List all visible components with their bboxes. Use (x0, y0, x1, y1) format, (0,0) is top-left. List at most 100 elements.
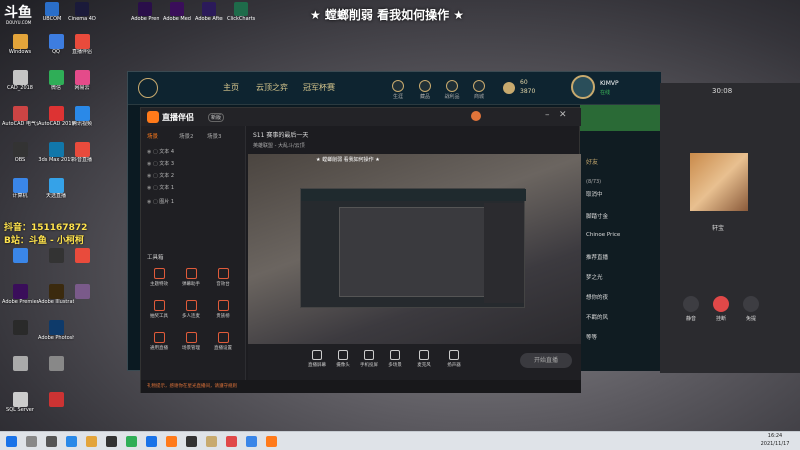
tool-button[interactable]: 直播设置 (211, 332, 235, 351)
desktop-icon[interactable]: AutoCAD 电气设计 (2, 106, 38, 140)
lol-tab-home[interactable]: 主页 (223, 82, 239, 93)
douyu-bottom-bar: 直播屏幕 摄像头 手机投屏 多场景 麦克风 扬声器 开始直播 (248, 344, 581, 380)
taskview-icon[interactable] (46, 436, 57, 447)
start-stream-button[interactable]: 开始直播 (520, 353, 572, 368)
lol-friends-panel: 好友 (8/73) 取消中 脚踏寸金 Chinoe Price 推荐直播 梦之光… (580, 105, 661, 371)
desktop-icon[interactable]: OBS (2, 142, 38, 176)
desktop-icon[interactable]: 计算机 (2, 178, 38, 212)
nested-toolbar (301, 189, 526, 201)
lol-tab-clash[interactable]: 冠军杯赛 (303, 82, 335, 93)
desktop-icon[interactable]: SQL Server (2, 392, 38, 426)
tool-button[interactable]: 贵族榜 (211, 300, 235, 319)
lol-icon[interactable] (206, 436, 217, 447)
mute-button[interactable]: 静音 (678, 296, 704, 322)
desktop-icon[interactable]: 抖音直播 (64, 142, 100, 176)
clock-date[interactable]: 2021/11/17 (752, 441, 798, 447)
desktop-icon[interactable]: Adobe Premiere (2, 284, 38, 318)
app-icon[interactable] (246, 436, 257, 447)
desktop-icon[interactable] (2, 356, 38, 390)
desktop-icon[interactable]: Adobe Media (163, 2, 191, 22)
clock-time[interactable]: 16:24 (755, 433, 795, 439)
desktop-icon[interactable] (64, 248, 100, 282)
desktop-icon[interactable] (38, 356, 74, 390)
desktop-icon[interactable]: Adobe Premiere (131, 2, 159, 22)
friends-count: (8/73) (586, 179, 602, 185)
lol-nav-collection[interactable]: 藏品 (413, 80, 437, 100)
friend-item[interactable]: 推荐直播 (586, 253, 608, 261)
scene-tab[interactable]: 场景2 (179, 132, 194, 140)
app-icon[interactable] (226, 436, 237, 447)
lol-nav-profile[interactable]: 生涯 (386, 80, 410, 100)
friend-item[interactable]: 脚踏寸金 (586, 212, 608, 220)
tool-button[interactable]: 多人连麦 (179, 300, 203, 319)
tool-button[interactable]: 通用直播 (147, 332, 171, 351)
phone-cast-button[interactable]: 手机投屏 (356, 350, 382, 368)
search-icon[interactable] (26, 436, 37, 447)
tool-button[interactable]: 抽奖工具 (147, 300, 171, 319)
desktop-icon[interactable]: Windows (2, 34, 38, 68)
scene-tab[interactable]: 场景 (147, 132, 158, 140)
desktop-icon[interactable] (2, 248, 38, 282)
lol-tab-tft[interactable]: 云顶之弈 (256, 82, 288, 93)
edge-icon[interactable] (66, 436, 77, 447)
friend-item[interactable]: Chinoe Price (586, 232, 620, 238)
wechat-icon[interactable] (126, 436, 137, 447)
avatar[interactable] (471, 111, 481, 121)
desktop-icon[interactable] (2, 320, 38, 354)
desktop-icon[interactable]: ClickCharts (227, 2, 255, 22)
app-icon[interactable] (146, 436, 157, 447)
app-icon[interactable] (106, 436, 117, 447)
friend-item[interactable]: 等等 (586, 333, 597, 341)
douyu-icon[interactable] (166, 436, 177, 447)
screen-capture-button[interactable]: 直播屏幕 (304, 350, 330, 368)
avatar[interactable] (571, 75, 595, 99)
scene-item[interactable]: ◉ ▢ 文本 1 (147, 184, 239, 195)
douyu-app-title: 直播伴侣 (162, 113, 194, 122)
scene-item[interactable]: ◉ ▢ 文本 2 (147, 172, 239, 183)
camera-button[interactable]: 摄像头 (330, 350, 356, 368)
close-icon[interactable]: ✕ (559, 110, 567, 120)
lol-nav-store[interactable]: 商城 (467, 80, 491, 100)
app-icon[interactable] (186, 436, 197, 447)
speaker-button[interactable]: 扬声器 (441, 350, 467, 368)
speakerphone-button[interactable]: 免提 (738, 296, 764, 322)
tool-button[interactable]: 场景管理 (179, 332, 203, 351)
multi-scene-button[interactable]: 多场景 (382, 350, 408, 368)
scene-tab[interactable]: 场景3 (207, 132, 222, 140)
desktop-icon[interactable]: 直播伴侣 (64, 34, 100, 68)
desktop-icon[interactable]: Adobe After Effects (195, 2, 223, 22)
lol-nav-loot[interactable]: 战利品 (440, 80, 464, 100)
voice-call-panel: 30:08 轩宝 静音 挂断 免提 (660, 83, 800, 373)
minimize-icon[interactable]: – (545, 110, 550, 120)
friend-item[interactable]: 想你的夜 (586, 293, 608, 301)
desktop-icon[interactable]: 天选直播 (38, 178, 74, 212)
stream-category[interactable]: 英雄联盟 - 大乱斗/云顶 (253, 142, 305, 149)
app-icon[interactable] (266, 436, 277, 447)
desktop-icon[interactable] (38, 392, 74, 426)
scene-item[interactable]: ◉ ▢ 图片 1 (147, 198, 239, 209)
desktop-icon[interactable] (64, 284, 100, 318)
desktop-icon[interactable]: 腾讯视频 (64, 106, 100, 140)
stream-banner: ★ 螳螂削弱 看我如何操作 ★ (310, 8, 465, 22)
scene-item[interactable]: ◉ ▢ 文本 3 (147, 160, 239, 171)
friend-item[interactable]: 梦之光 (586, 273, 603, 281)
friend-item[interactable]: 不羁的风 (586, 313, 608, 321)
stream-title[interactable]: S11 赛事的最后一天 (253, 130, 308, 139)
scene-item[interactable]: ◉ ▢ 文本 4 (147, 148, 239, 159)
microphone-button[interactable]: 麦克风 (411, 350, 437, 368)
lol-logo-icon[interactable] (138, 78, 158, 98)
desktop-icon[interactable]: Adobe Photoshop (38, 320, 74, 354)
douyu-titlebar: 直播伴侣 新版 ✕ – (141, 108, 581, 126)
version-badge: 新版 (208, 113, 225, 122)
start-icon[interactable] (6, 436, 17, 447)
tool-button[interactable]: 主题特效 (147, 268, 171, 287)
desktop-icon[interactable]: 网易云 (64, 70, 100, 104)
folder-icon[interactable] (86, 436, 97, 447)
tool-button[interactable]: 弹幕助手 (179, 268, 203, 287)
desktop-icon[interactable]: CAD_2018 (2, 70, 38, 104)
douyu-app-icon (147, 111, 159, 123)
hangup-button[interactable]: 挂断 (708, 296, 734, 322)
tool-button[interactable]: 音效台 (211, 268, 235, 287)
lol-username: KIMVP (600, 80, 619, 87)
friend-item[interactable]: 取消中 (586, 190, 603, 198)
